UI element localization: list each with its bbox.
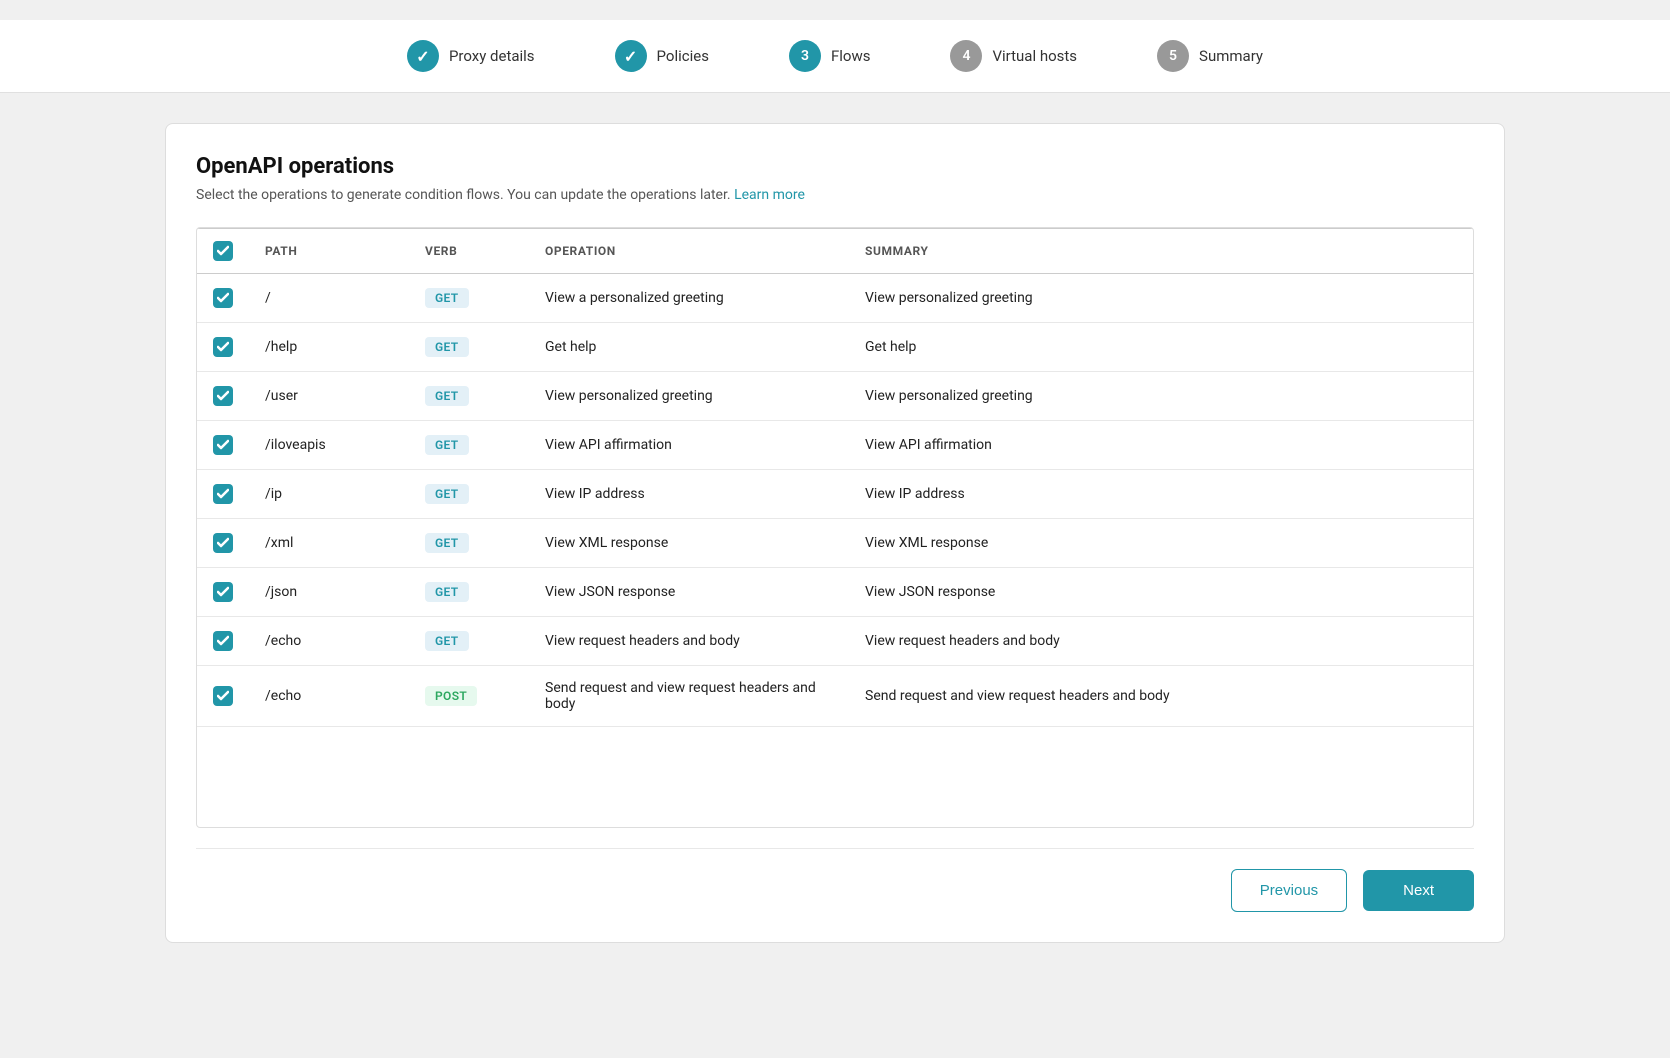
row-summary-3: View API affirmation	[849, 421, 1473, 470]
row-summary-7: View request headers and body	[849, 617, 1473, 666]
verb-badge-8: POST	[425, 686, 477, 706]
row-operation-5: View XML response	[529, 519, 849, 568]
table-row: /user GET View personalized greetingView p…	[197, 372, 1473, 421]
row-path-6: /json	[249, 568, 409, 617]
row-summary-6: View JSON response	[849, 568, 1473, 617]
table-row: /echo GET View request headers and bodyVie…	[197, 617, 1473, 666]
operations-table: PATH VERB OPERATION SUMMARY / GET View a p…	[197, 228, 1473, 727]
col-header-operation: OPERATION	[529, 229, 849, 274]
verb-badge-0: GET	[425, 288, 469, 308]
next-button[interactable]: Next	[1363, 870, 1474, 911]
step-circle-flows: 3	[789, 40, 821, 72]
col-header-verb: VERB	[409, 229, 529, 274]
row-checkbox-2[interactable]	[213, 386, 233, 406]
row-verb-3: GET	[409, 421, 529, 470]
row-operation-4: View IP address	[529, 470, 849, 519]
row-checkbox-3[interactable]	[213, 435, 233, 455]
row-operation-6: View JSON response	[529, 568, 849, 617]
row-checkbox-0[interactable]	[213, 288, 233, 308]
row-verb-4: GET	[409, 470, 529, 519]
table-row: / GET View a personalized greetingView per…	[197, 274, 1473, 323]
row-operation-3: View API affirmation	[529, 421, 849, 470]
step-circle-virtual-hosts: 4	[950, 40, 982, 72]
row-checkbox-6[interactable]	[213, 582, 233, 602]
row-path-1: /help	[249, 323, 409, 372]
select-all-checkbox[interactable]	[213, 241, 233, 261]
table-row: /json GET View JSON responseView JSON resp…	[197, 568, 1473, 617]
step-circle-policies: ✓	[615, 40, 647, 72]
card-subtitle: Select the operations to generate condit…	[196, 187, 1474, 203]
row-summary-1: Get help	[849, 323, 1473, 372]
row-verb-8: POST	[409, 666, 529, 727]
step-summary: 5 Summary	[1157, 40, 1263, 72]
row-checkbox-5[interactable]	[213, 533, 233, 553]
row-summary-5: View XML response	[849, 519, 1473, 568]
row-operation-1: Get help	[529, 323, 849, 372]
row-summary-4: View IP address	[849, 470, 1473, 519]
row-path-4: /ip	[249, 470, 409, 519]
row-checkbox-7[interactable]	[213, 631, 233, 651]
table-row: /help GET Get helpGet help	[197, 323, 1473, 372]
card-footer: Previous Next	[196, 848, 1474, 912]
row-path-2: /user	[249, 372, 409, 421]
row-path-0: /	[249, 274, 409, 323]
row-verb-7: GET	[409, 617, 529, 666]
table-row: /iloveapis GET View API affirmationView AP…	[197, 421, 1473, 470]
col-header-checkbox	[197, 229, 249, 274]
table-row: /xml GET View XML responseView XML respons…	[197, 519, 1473, 568]
step-circle-summary: 5	[1157, 40, 1189, 72]
row-path-8: /echo	[249, 666, 409, 727]
row-checkbox-1[interactable]	[213, 337, 233, 357]
step-circle-proxy-details: ✓	[407, 40, 439, 72]
verb-badge-7: GET	[425, 631, 469, 651]
step-flows: 3 Flows	[789, 40, 871, 72]
main-card: OpenAPI operations Select the operations…	[165, 123, 1505, 943]
step-label-flows: Flows	[831, 47, 871, 65]
step-policies: ✓ Policies	[615, 40, 709, 72]
row-summary-2: View personalized greeting	[849, 372, 1473, 421]
verb-badge-2: GET	[425, 386, 469, 406]
row-operation-2: View personalized greeting	[529, 372, 849, 421]
row-path-5: /xml	[249, 519, 409, 568]
step-virtual-hosts: 4 Virtual hosts	[950, 40, 1077, 72]
step-label-policies: Policies	[657, 47, 709, 65]
row-verb-6: GET	[409, 568, 529, 617]
row-summary-8: Send request and view request headers an…	[849, 666, 1473, 727]
row-checkbox-8[interactable]	[213, 686, 233, 706]
operations-table-wrapper: PATH VERB OPERATION SUMMARY / GET View a p…	[196, 227, 1474, 828]
verb-badge-3: GET	[425, 435, 469, 455]
row-operation-0: View a personalized greeting	[529, 274, 849, 323]
card-title: OpenAPI operations	[196, 154, 1474, 179]
row-operation-7: View request headers and body	[529, 617, 849, 666]
step-label-summary: Summary	[1199, 47, 1263, 65]
row-path-7: /echo	[249, 617, 409, 666]
row-verb-1: GET	[409, 323, 529, 372]
learn-more-link[interactable]: Learn more	[734, 187, 805, 203]
step-label-virtual-hosts: Virtual hosts	[992, 47, 1077, 65]
table-header-row: PATH VERB OPERATION SUMMARY	[197, 229, 1473, 274]
col-header-summary: SUMMARY	[849, 229, 1473, 274]
row-operation-8: Send request and view request headers an…	[529, 666, 849, 727]
row-checkbox-4[interactable]	[213, 484, 233, 504]
table-row: /ip GET View IP addressView IP address	[197, 470, 1473, 519]
verb-badge-1: GET	[425, 337, 469, 357]
previous-button[interactable]: Previous	[1231, 869, 1347, 912]
row-path-3: /iloveapis	[249, 421, 409, 470]
table-row: /echo POST Send request and view request h…	[197, 666, 1473, 727]
verb-badge-6: GET	[425, 582, 469, 602]
verb-badge-5: GET	[425, 533, 469, 553]
step-label-proxy-details: Proxy details	[449, 47, 535, 65]
col-header-path: PATH	[249, 229, 409, 274]
row-summary-0: View personalized greeting	[849, 274, 1473, 323]
row-verb-2: GET	[409, 372, 529, 421]
stepper: ✓ Proxy details ✓ Policies 3 Flows 4 Vir…	[0, 20, 1670, 93]
row-verb-0: GET	[409, 274, 529, 323]
step-proxy-details: ✓ Proxy details	[407, 40, 535, 72]
row-verb-5: GET	[409, 519, 529, 568]
verb-badge-4: GET	[425, 484, 469, 504]
